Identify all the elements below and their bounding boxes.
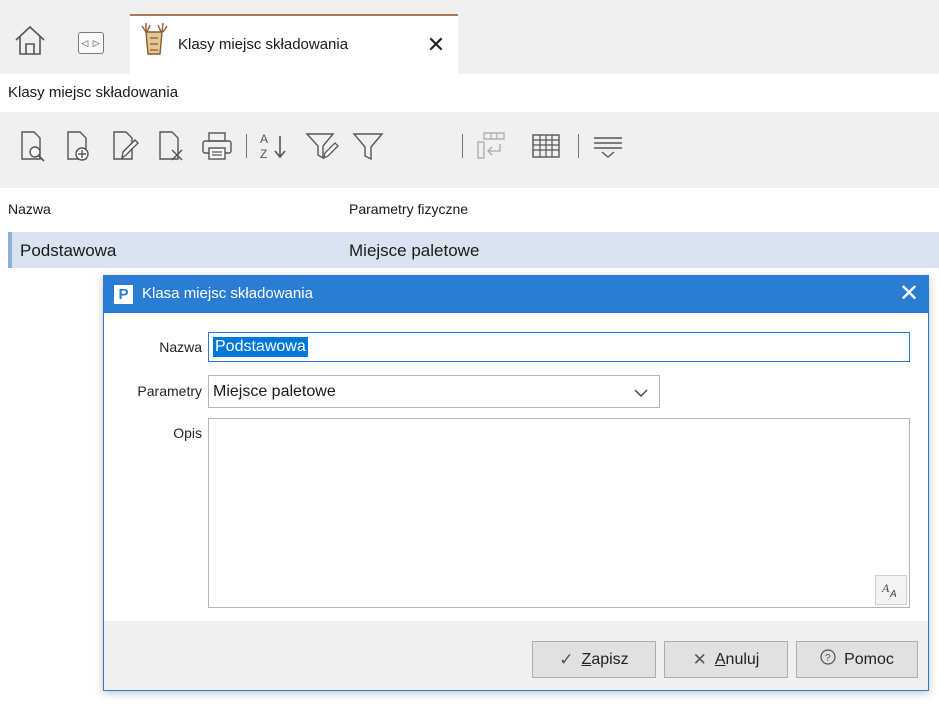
parametry-select[interactable]: Miejsce paletowe: [208, 375, 660, 408]
parametry-label: Parametry: [137, 383, 202, 399]
svg-text:A: A: [260, 132, 268, 146]
preview-document-icon[interactable]: [14, 128, 50, 164]
checkmark-icon: ✓: [559, 649, 574, 669]
cell-parametry: Miejsce paletowe: [349, 241, 480, 260]
help-label: Pomoc: [844, 650, 894, 668]
save-button[interactable]: ✓ Zapisz: [532, 641, 656, 678]
grid-icon[interactable]: [526, 128, 566, 164]
filter-icon[interactable]: [348, 128, 388, 164]
toolbar: AZ: [0, 112, 939, 188]
export-rows-icon[interactable]: [472, 128, 512, 164]
tab-klasy-miejsc[interactable]: Klasy miejsc składowania ✕: [130, 14, 458, 74]
dialog-title: Klasa miejsc składowania: [142, 285, 313, 302]
storage-class-dialog: P Klasa miejsc składowania ✕ Nazwa Podst…: [103, 275, 929, 691]
nazwa-input[interactable]: Podstawowa: [208, 332, 910, 362]
edit-document-icon[interactable]: [106, 128, 142, 164]
page-title: Klasy miejsc składowania: [8, 84, 179, 101]
table-row[interactable]: Podstawowa Miejsce paletowe: [8, 232, 939, 268]
print-icon[interactable]: [198, 128, 236, 164]
nazwa-label: Nazwa: [159, 339, 202, 355]
tab-title: Klasy miejsc składowania: [178, 36, 349, 53]
nazwa-input-value: Podstawowa: [213, 337, 308, 357]
tab-close-icon[interactable]: ✕: [426, 34, 446, 56]
tab-navigation-button[interactable]: ◁ ▷: [78, 32, 104, 54]
sort-az-icon[interactable]: AZ: [254, 128, 294, 164]
cancel-label: nuluj: [725, 650, 760, 668]
svg-text:A: A: [889, 589, 897, 599]
toolbar-separator: [578, 134, 579, 158]
app-logo-icon: P: [114, 285, 133, 304]
cancel-button[interactable]: ✕ Anuluj: [664, 641, 788, 678]
help-icon: ?: [820, 649, 836, 670]
opis-textarea[interactable]: AA: [208, 418, 910, 608]
filter-edit-icon[interactable]: [302, 128, 342, 164]
chevron-down-icon: [634, 389, 648, 397]
column-header-nazwa[interactable]: Nazwa: [8, 201, 51, 217]
column-chooser-icon[interactable]: [588, 128, 628, 164]
add-document-icon[interactable]: [60, 128, 96, 164]
dialog-close-icon[interactable]: ✕: [896, 281, 922, 307]
svg-text:?: ?: [825, 653, 831, 664]
dialog-footer: ✓ Zapisz ✕ Anuluj ? Pomoc: [104, 621, 928, 690]
tab-bar: ◁ ▷ Klasy miejsc składowania ✕: [0, 0, 939, 74]
toolbar-separator: [246, 134, 247, 158]
svg-text:A: A: [881, 581, 890, 595]
save-label: apisz: [591, 650, 629, 668]
svg-text:Z: Z: [260, 147, 267, 161]
opis-label: Opis: [173, 425, 202, 441]
storage-class-icon: [136, 20, 172, 56]
text-format-icon[interactable]: AA: [875, 575, 907, 605]
column-header-parametry[interactable]: Parametry fizyczne: [349, 201, 468, 217]
toolbar-separator: [462, 134, 463, 158]
help-button[interactable]: ? Pomoc: [796, 641, 918, 678]
cell-nazwa: Podstawowa: [20, 241, 117, 260]
close-icon: ✕: [692, 649, 707, 669]
dialog-titlebar[interactable]: P Klasa miejsc składowania ✕: [104, 276, 928, 313]
save-hotkey: Z: [581, 650, 592, 668]
home-icon[interactable]: [12, 22, 48, 58]
parametry-select-value: Miejsce paletowe: [213, 383, 336, 400]
delete-document-icon[interactable]: [152, 128, 188, 164]
cancel-hotkey: A: [714, 650, 726, 668]
